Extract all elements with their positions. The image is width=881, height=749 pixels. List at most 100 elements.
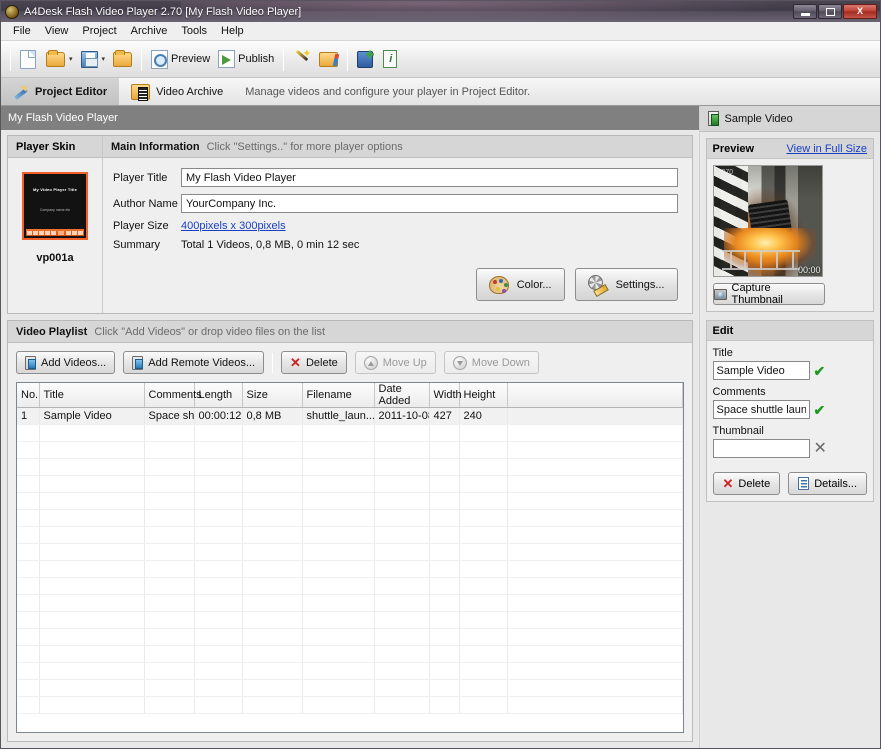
video-preview-image[interactable]: 070 00:00 — [712, 165, 823, 277]
table-row[interactable]: 1 Sample Video Space shuttl... 00:00:12 … — [17, 407, 683, 425]
player-size-link[interactable]: 400pixels x 300pixels — [181, 220, 286, 232]
column-title[interactable]: Title — [39, 383, 145, 408]
menu-archive[interactable]: Archive — [124, 23, 175, 39]
tab-video-archive-label: Video Archive — [156, 85, 224, 98]
empty-cell — [429, 492, 460, 510]
move-up-label: Move Up — [382, 356, 427, 369]
empty-cell — [144, 458, 195, 476]
column-size[interactable]: Size — [242, 383, 303, 408]
new-project-button[interactable] — [16, 45, 42, 73]
empty-cell — [429, 611, 460, 629]
empty-cell — [39, 526, 145, 544]
minimize-button[interactable] — [793, 4, 817, 19]
table-empty-row[interactable] — [17, 509, 683, 527]
delete-video-button[interactable]: ✕ Delete — [281, 351, 347, 374]
tab-video-archive[interactable]: Video Archive — [119, 78, 235, 105]
table-empty-row[interactable] — [17, 628, 683, 646]
table-empty-row[interactable] — [17, 577, 683, 595]
column-date-added[interactable]: Date Added — [374, 383, 430, 408]
table-empty-row[interactable] — [17, 696, 683, 714]
menu-tools[interactable]: Tools — [174, 23, 214, 39]
add-remote-videos-button[interactable]: Add Remote Videos... — [123, 351, 265, 374]
settings-button[interactable]: Settings... — [574, 268, 678, 301]
empty-cell — [242, 492, 303, 510]
playlist-toolbar-separator — [272, 352, 274, 373]
empty-cell — [507, 475, 683, 493]
delete-video-label: Delete — [305, 356, 338, 369]
table-empty-row[interactable] — [17, 560, 683, 578]
player-skin-thumbnail[interactable]: My Video Player Title Company name etc — [22, 172, 88, 240]
color-button[interactable]: Color... — [475, 268, 565, 301]
save-project-button[interactable]: ▾ — [77, 45, 110, 73]
table-empty-row[interactable] — [17, 662, 683, 680]
table-empty-row[interactable] — [17, 441, 683, 459]
add-videos-button[interactable]: Add Videos... — [16, 351, 116, 374]
empty-cell — [374, 577, 430, 595]
column-height[interactable]: Height — [459, 383, 508, 408]
edit-folder-button[interactable] — [315, 45, 342, 73]
capture-thumbnail-button[interactable]: Capture Thumbnail — [712, 282, 825, 306]
gear-icon — [587, 275, 608, 294]
player-title-input[interactable] — [181, 168, 678, 187]
author-name-input[interactable] — [181, 194, 678, 213]
color-button-label: Color... — [516, 278, 552, 291]
pencil-icon — [13, 84, 29, 100]
table-empty-row[interactable] — [17, 611, 683, 629]
move-up-button[interactable]: Move Up — [354, 351, 436, 374]
menu-project[interactable]: Project — [75, 23, 123, 39]
empty-cell — [507, 662, 683, 680]
table-empty-row[interactable] — [17, 475, 683, 493]
publish-button[interactable]: Publish — [214, 45, 278, 73]
clear-thumbnail-icon[interactable]: ✕ — [814, 440, 827, 457]
chevron-down-icon[interactable]: ▾ — [69, 55, 73, 63]
cell-filename: shuttle_laun... — [302, 407, 375, 425]
menu-file[interactable]: File — [6, 23, 38, 39]
video-playlist-hint: Click "Add Videos" or drop video files o… — [94, 325, 326, 338]
column-no[interactable]: No. — [17, 383, 40, 408]
table-empty-row[interactable] — [17, 594, 683, 612]
edit-delete-button[interactable]: ✕ Delete — [712, 472, 781, 495]
empty-cell — [429, 679, 460, 697]
player-size-label: Player Size — [113, 220, 169, 232]
table-empty-row[interactable] — [17, 492, 683, 510]
column-length[interactable]: Length — [194, 383, 243, 408]
empty-cell — [194, 679, 243, 697]
close-button[interactable]: X — [843, 4, 877, 19]
app-icon — [5, 4, 19, 19]
column-filename[interactable]: Filename — [302, 383, 375, 408]
new-document-icon — [20, 49, 36, 69]
edit-thumbnail-input[interactable] — [712, 439, 810, 458]
main-information-header: Main Information Click "Settings.." for … — [103, 136, 692, 158]
view-full-size-link[interactable]: View in Full Size — [787, 143, 868, 155]
empty-cell — [507, 458, 683, 476]
about-info-button[interactable] — [379, 45, 405, 73]
table-empty-row[interactable] — [17, 526, 683, 544]
maximize-restore-button[interactable] — [818, 4, 842, 19]
edit-details-button[interactable]: Details... — [788, 472, 867, 495]
column-width[interactable]: Width — [429, 383, 462, 408]
preview-button[interactable]: Preview — [147, 45, 214, 73]
table-empty-row[interactable] — [17, 424, 683, 442]
column-comments[interactable]: Comments — [144, 383, 202, 408]
move-down-button[interactable]: Move Down — [443, 351, 539, 374]
wizard-button[interactable] — [289, 45, 315, 73]
open-project-button[interactable]: ▾ — [42, 45, 77, 73]
table-empty-row[interactable] — [17, 543, 683, 561]
edit-title-input[interactable] — [712, 361, 810, 380]
empty-cell — [144, 577, 195, 595]
menu-help[interactable]: Help — [214, 23, 251, 39]
menu-view[interactable]: View — [38, 23, 76, 39]
table-empty-row[interactable] — [17, 458, 683, 476]
empty-cell — [17, 577, 40, 595]
skin-preview-subtitle: Company name etc — [39, 208, 71, 212]
edit-comments-input[interactable] — [712, 400, 810, 419]
open-folder-button[interactable] — [109, 45, 136, 73]
tab-project-editor[interactable]: Project Editor — [1, 78, 120, 105]
video-playlist-grid-wrapper[interactable]: No. Title Comments Length Size Filename … — [16, 382, 684, 733]
table-empty-row[interactable] — [17, 645, 683, 663]
help-book-button[interactable] — [353, 45, 379, 73]
table-empty-row[interactable] — [17, 679, 683, 697]
empty-cell — [194, 696, 243, 714]
empty-cell — [302, 662, 375, 680]
chevron-down-icon-save[interactable]: ▾ — [102, 55, 106, 63]
